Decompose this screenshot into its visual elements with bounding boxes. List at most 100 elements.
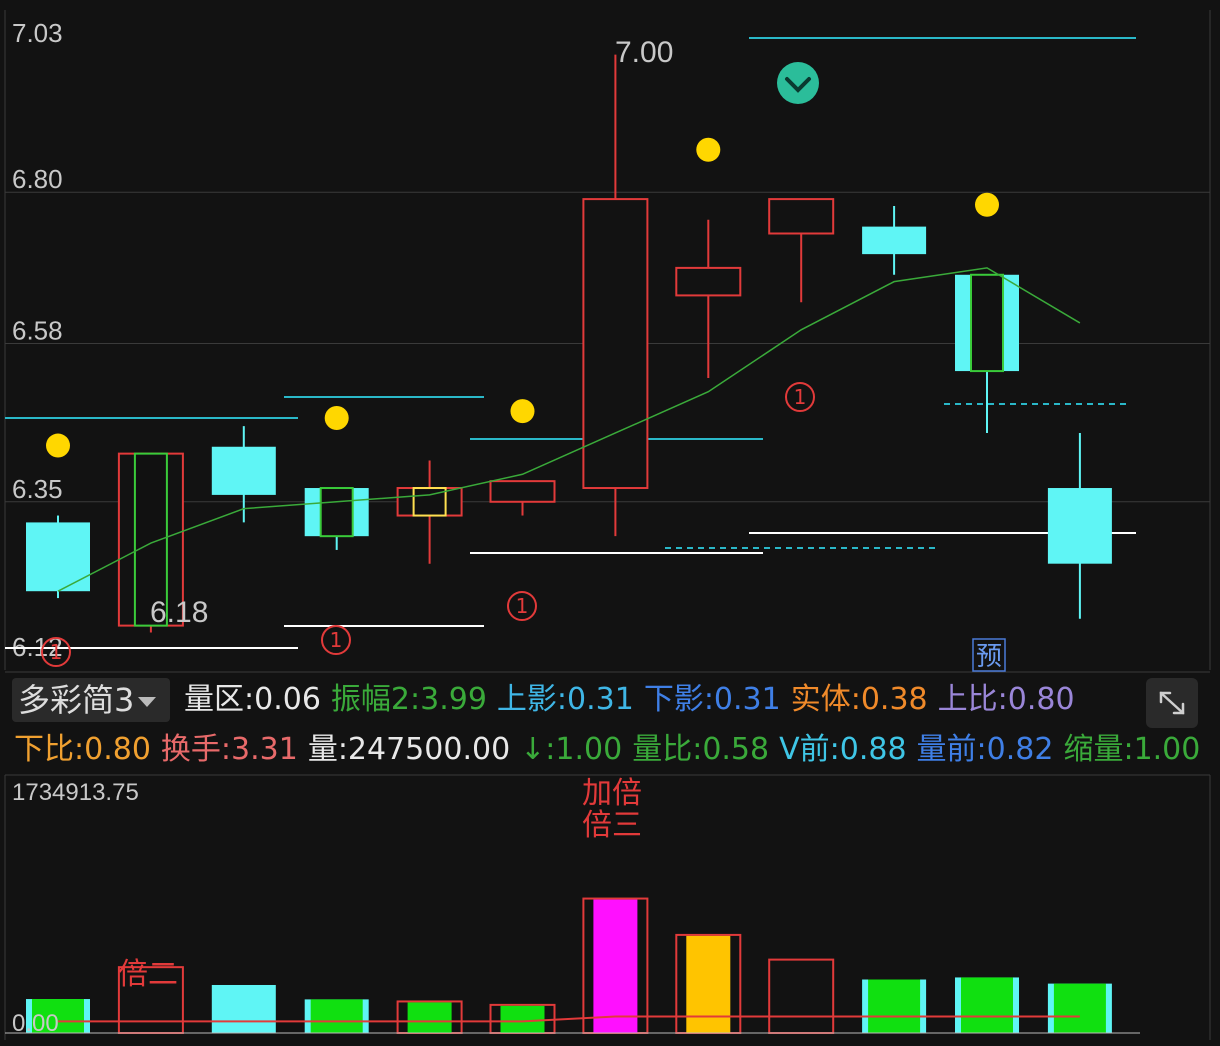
candle-body bbox=[26, 522, 90, 592]
stat-v_qian: V前:0.88 bbox=[779, 732, 906, 767]
volume-bar-inner bbox=[500, 1005, 545, 1033]
circled-number-text: 1 bbox=[50, 640, 63, 664]
stat-liang_qu: 量区:0.06 bbox=[184, 682, 321, 717]
stat-separator: : bbox=[337, 732, 348, 767]
stat-value: 1.00 bbox=[1133, 732, 1201, 767]
circled-number-text: 1 bbox=[794, 385, 807, 409]
candle-body bbox=[862, 226, 927, 255]
stat-value: 0.31 bbox=[713, 682, 781, 717]
stat-label: V前 bbox=[779, 732, 830, 767]
volume-bar-inner bbox=[1053, 983, 1106, 1033]
stat-value: 0.58 bbox=[702, 732, 770, 767]
stat-value: 0.80 bbox=[1007, 682, 1075, 717]
candle-inner-body bbox=[319, 487, 354, 538]
stat-huanshou: 换手:3.31 bbox=[161, 732, 298, 767]
stat-xia_bi: 下比:0.80 bbox=[14, 732, 151, 767]
price-axis-label: 6.58 bbox=[12, 316, 63, 346]
stat-value: 3.31 bbox=[231, 732, 298, 767]
stat-label: 振幅2 bbox=[330, 682, 410, 717]
stat-value: 247500.00 bbox=[347, 732, 511, 767]
volume-bar-inner bbox=[868, 979, 921, 1033]
chart-canvas[interactable]: 7.036.806.586.356.127.006.181 111预1734913… bbox=[0, 0, 1220, 1046]
candle-body bbox=[211, 446, 276, 495]
expand-button[interactable] bbox=[1146, 678, 1198, 728]
stat-label: 量区 bbox=[184, 682, 244, 717]
signal-dot bbox=[975, 192, 999, 217]
candle-body bbox=[1047, 488, 1112, 564]
stat-value: 0.31 bbox=[567, 682, 634, 717]
stat-label: 量 bbox=[307, 732, 338, 767]
volume-bar-inner bbox=[310, 999, 363, 1033]
volume-bar-inner bbox=[686, 935, 731, 1033]
stat-xia_ying: 下影:0.31 bbox=[644, 682, 781, 717]
stat-separator: : bbox=[976, 732, 987, 767]
stat-value: 1.00 bbox=[555, 732, 623, 767]
candle-body bbox=[489, 480, 556, 503]
moving-average-line bbox=[57, 267, 1081, 592]
candle-body bbox=[768, 198, 835, 235]
signal-dot bbox=[510, 399, 535, 424]
circled-number-text: 1 bbox=[330, 628, 343, 652]
volume-tag-add-double: 加倍 bbox=[582, 776, 642, 811]
high-price-label: 7.00 bbox=[615, 36, 673, 69]
stat-separator: : bbox=[410, 682, 421, 717]
signal-dot bbox=[324, 406, 349, 431]
volume-bar bbox=[211, 984, 276, 1033]
stat-separator: : bbox=[556, 682, 568, 717]
chevron-down-icon bbox=[777, 62, 819, 104]
stat-separator: : bbox=[850, 682, 861, 717]
circled-number-text: 1 bbox=[516, 594, 529, 618]
indicator-toolbar-row1: 多彩简3 量区:0.06 振幅2:3.99 上影:0.31 下影:0.31 实体:0.3… bbox=[0, 674, 1220, 728]
indicator-stats-row1: 量区:0.06 振幅2:3.99 上影:0.31 下影:0.31 实体:0.38 上比:0… bbox=[184, 680, 1085, 720]
stat-separator: : bbox=[692, 732, 703, 767]
volume-axis-min-label: 0.00 bbox=[12, 1010, 59, 1037]
stat-label: 下比 bbox=[14, 732, 74, 767]
signal-dot bbox=[696, 137, 721, 162]
stat-label: 上比 bbox=[937, 682, 998, 717]
volume-bar-inner bbox=[407, 1002, 452, 1033]
stat-down_arrow: ↓:1.00 bbox=[520, 732, 622, 767]
price-axis-label: 7.03 bbox=[12, 18, 63, 48]
stat-separator: : bbox=[997, 682, 1008, 717]
volume-bar-inner bbox=[593, 899, 638, 1033]
stat-zhenfu2: 振幅2:3.99 bbox=[331, 682, 487, 717]
stat-separator: : bbox=[244, 682, 255, 717]
price-axis-label: 6.80 bbox=[12, 164, 63, 194]
stat-label: 量比 bbox=[632, 732, 693, 767]
stat-shang_ying: 上影:0.31 bbox=[497, 682, 634, 717]
preview-badge-text: 预 bbox=[976, 642, 1002, 672]
low-price-label: 6.18 bbox=[150, 596, 208, 629]
chart-root: 7.03 6.80 6.58 6.35 6.12 7.00 6.18 1 1 1 1 预 1734913… bbox=[0, 0, 1220, 1046]
stat-value: 3.99 bbox=[420, 682, 487, 717]
candle-body bbox=[582, 198, 649, 490]
volume-moving-average-line bbox=[58, 1015, 1080, 1023]
stat-liang_qian: 量前:0.82 bbox=[917, 732, 1054, 767]
volume-bar bbox=[768, 958, 835, 1034]
stat-label: 实体 bbox=[790, 682, 851, 717]
price-axis-label: 6.35 bbox=[12, 474, 63, 504]
stat-label: 换手 bbox=[160, 732, 221, 767]
stat-label: 下影 bbox=[643, 682, 704, 717]
stat-shiti: 实体:0.38 bbox=[791, 682, 928, 717]
stat-value: 0.38 bbox=[860, 682, 928, 717]
candle-body bbox=[675, 266, 742, 297]
stat-suo_liang: 缩量:1.00 bbox=[1063, 732, 1200, 767]
stat-separator: : bbox=[703, 682, 714, 717]
volume-tag-double-two: 倍二 bbox=[118, 957, 178, 992]
indicator-selector-dropdown[interactable]: 多彩简3 bbox=[12, 678, 170, 722]
stat-value: 0.06 bbox=[254, 682, 321, 717]
stat-separator: : bbox=[829, 732, 840, 767]
stat-label: 缩量 bbox=[1063, 732, 1124, 767]
stat-label: 上影 bbox=[496, 682, 557, 717]
stat-value: 0.88 bbox=[839, 732, 907, 767]
stat-separator: : bbox=[545, 732, 556, 767]
stat-shang_bi: 上比:0.80 bbox=[938, 682, 1075, 717]
volume-bar-inner bbox=[961, 977, 1013, 1033]
stat-label: 量前 bbox=[916, 732, 977, 767]
indicator-selector-label: 多彩简3 bbox=[18, 681, 135, 719]
stat-separator: : bbox=[1123, 732, 1134, 767]
candle-inner-body bbox=[970, 273, 1004, 373]
stat-liang_bi: 量比:0.58 bbox=[632, 732, 769, 767]
stat-value: 0.80 bbox=[84, 732, 151, 767]
chevron-down-icon bbox=[138, 697, 157, 707]
